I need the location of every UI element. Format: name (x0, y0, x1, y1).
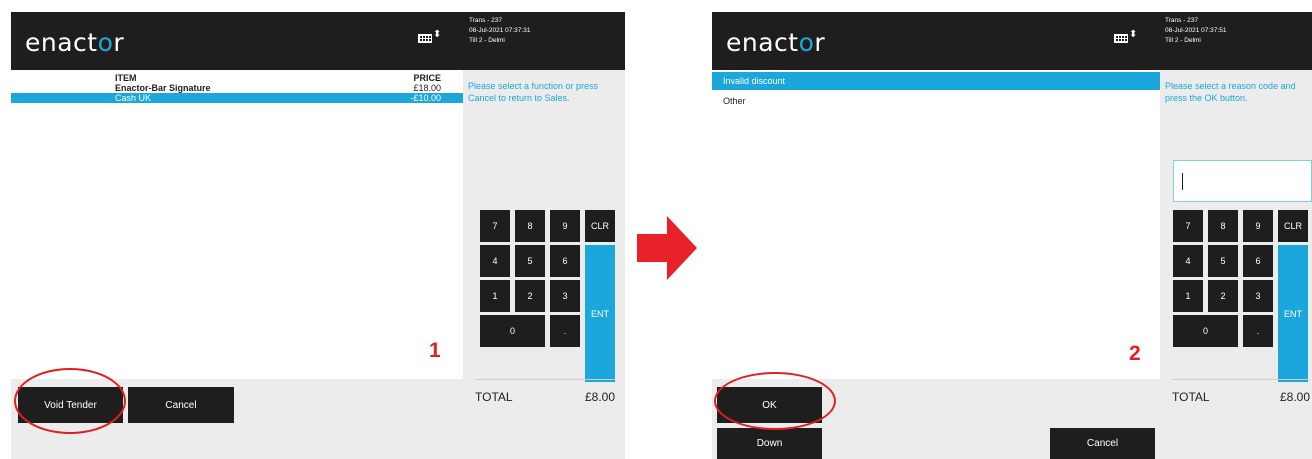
keypad-8[interactable]: 8 (515, 210, 545, 242)
till-name: Till 2 - Delmi (469, 37, 505, 44)
keypad-1[interactable]: 1 (480, 280, 510, 312)
header-bar: enactor ⬍ Trans - 237 08-Jul-2021 07:37:… (11, 12, 625, 70)
table-header: ITEM PRICE (11, 73, 463, 83)
item-price: -£10.00 (410, 93, 441, 103)
arrow-right-icon (637, 216, 697, 280)
step-number: 1 (429, 339, 441, 362)
till-name: Till 2 - Delmi (1165, 37, 1201, 44)
keypad-9[interactable]: 9 (1243, 210, 1273, 242)
highlight-circle (714, 372, 836, 430)
instruction-prompt: Please select a reason code and press th… (1165, 81, 1296, 103)
keypad-decimal[interactable]: . (550, 315, 580, 347)
keypad-7[interactable]: 7 (1173, 210, 1203, 242)
keypad-7[interactable]: 7 (480, 210, 510, 242)
keypad-3[interactable]: 3 (550, 280, 580, 312)
total-divider (475, 379, 615, 380)
list-item[interactable]: Other (712, 92, 1160, 110)
keypad-decimal[interactable]: . (1243, 315, 1273, 347)
reason-label: Other (723, 96, 746, 106)
transaction-number: Trans - 237 (1165, 17, 1198, 24)
reason-label: Invalid discount (723, 76, 786, 86)
text-cursor (1182, 173, 1183, 190)
highlight-circle (14, 368, 126, 434)
keypad-1[interactable]: 1 (1173, 280, 1203, 312)
list-item[interactable]: Invalid discount (712, 72, 1160, 90)
reason-input-field[interactable] (1173, 160, 1312, 202)
transaction-datetime: 08-Jul-2021 07:37:31 (469, 27, 531, 34)
transaction-number: Trans - 237 (469, 17, 502, 24)
total-divider (1172, 379, 1310, 380)
item-name: Enactor-Bar Signature (115, 83, 211, 93)
side-panel: Please select a reason code and press th… (1160, 70, 1312, 459)
header-bar: enactor ⬍ Trans - 237 08-Jul-2021 07:37:… (712, 12, 1312, 70)
keypad-clear[interactable]: CLR (585, 210, 615, 242)
keypad-0[interactable]: 0 (1173, 315, 1238, 347)
keypad-5[interactable]: 5 (515, 245, 545, 277)
transaction-info: Trans - 237 08-Jul-2021 07:37:51 Till 2 … (1165, 16, 1226, 46)
keypad-9[interactable]: 9 (550, 210, 580, 242)
step-number: 2 (1129, 342, 1141, 365)
item-price: £18.00 (413, 83, 441, 93)
transaction-info: Trans - 237 08-Jul-2021 07:37:31 Till 2 … (469, 16, 530, 46)
keypad-2[interactable]: 2 (1208, 280, 1238, 312)
cancel-button[interactable]: Cancel (128, 387, 234, 423)
keypad-3[interactable]: 3 (1243, 280, 1273, 312)
enactor-logo: enactor (25, 28, 125, 57)
keyboard-icon[interactable]: ⬍ (418, 30, 441, 46)
transaction-datetime: 08-Jul-2021 07:37:51 (1165, 27, 1227, 34)
keypad-0[interactable]: 0 (480, 315, 545, 347)
pos-screen-2: enactor ⬍ Trans - 237 08-Jul-2021 07:37:… (712, 12, 1312, 459)
item-column-header: ITEM (115, 73, 137, 83)
price-column-header: PRICE (413, 73, 441, 83)
instruction-prompt: Please select a function or press Cancel… (468, 81, 599, 103)
side-panel: Please select a function or press Cancel… (463, 70, 625, 459)
table-row[interactable]: Cash UK -£10.00 (11, 93, 463, 103)
keypad-clear[interactable]: CLR (1278, 210, 1308, 242)
keypad-5[interactable]: 5 (1208, 245, 1238, 277)
total-label: TOTAL (1172, 390, 1210, 404)
total-value: £8.00 (584, 390, 615, 404)
keypad-enter[interactable]: ENT (1278, 245, 1308, 382)
item-name: Cash UK (115, 93, 152, 103)
pos-screen-1: enactor ⬍ Trans - 237 08-Jul-2021 07:37:… (11, 12, 625, 459)
keypad-enter[interactable]: ENT (585, 245, 615, 382)
total-value: £8.00 (1279, 390, 1310, 404)
enactor-logo: enactor (726, 28, 826, 57)
keypad-6[interactable]: 6 (550, 245, 580, 277)
down-button[interactable]: Down (717, 428, 822, 459)
keypad-2[interactable]: 2 (515, 280, 545, 312)
keypad-6[interactable]: 6 (1243, 245, 1273, 277)
keyboard-icon[interactable]: ⬍ (1114, 30, 1137, 46)
keypad-4[interactable]: 4 (480, 245, 510, 277)
keypad-8[interactable]: 8 (1208, 210, 1238, 242)
keypad-4[interactable]: 4 (1173, 245, 1203, 277)
table-row[interactable]: Enactor-Bar Signature £18.00 (11, 83, 463, 93)
total-label: TOTAL (475, 390, 513, 404)
cancel-button[interactable]: Cancel (1050, 428, 1155, 459)
